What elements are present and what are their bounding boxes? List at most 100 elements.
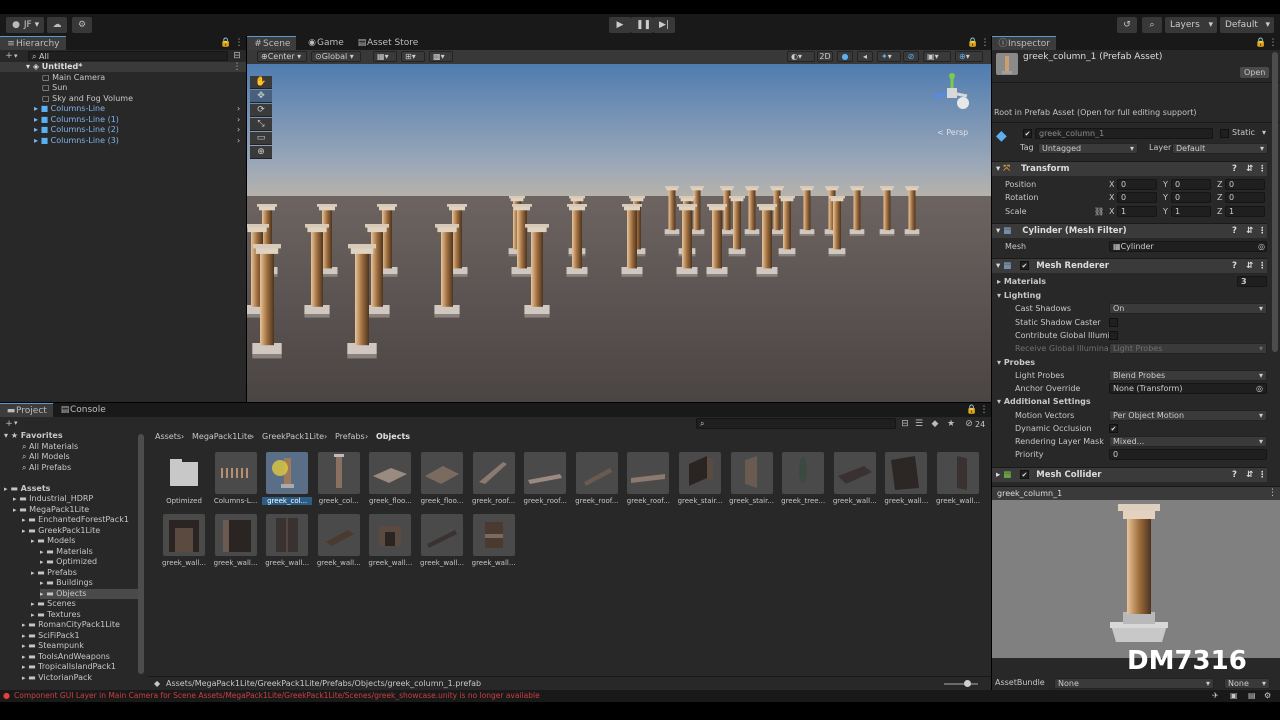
tab-inspector[interactable]: ⓘInspector [992, 36, 1056, 50]
project-folder-item[interactable]: ▸ ▬ Optimized [40, 557, 97, 567]
static-shadow-checkbox[interactable] [1109, 318, 1118, 327]
motion-vectors-dropdown[interactable]: Per Object Motion ▾ [1109, 410, 1267, 421]
orientation-gizmo[interactable] [931, 72, 973, 114]
tag-dropdown[interactable]: Untagged ▾ [1038, 143, 1138, 154]
mesh-collider-enabled-checkbox[interactable]: ✔ [1020, 470, 1029, 479]
lock-icon[interactable]: 🔒 [967, 38, 978, 48]
asset-item[interactable]: greek_wall... [935, 452, 981, 510]
transform-x-field[interactable]: 0 [1117, 179, 1157, 190]
chevron-right-icon[interactable]: › [237, 125, 240, 134]
help-icon[interactable]: ? [1232, 162, 1237, 176]
lighting-toggle[interactable]: ● [837, 51, 853, 62]
preview-header[interactable]: greek_column_1 ⋮ [992, 486, 1280, 500]
rendering-layer-dropdown[interactable]: Mixed... ▾ [1109, 436, 1267, 447]
hierarchy-item[interactable]: ▢ Sky and Fog Volume [42, 94, 133, 104]
favorite-item[interactable]: ⌕ All Models [22, 452, 70, 462]
project-folder-item[interactable]: ▸ ▬ Scenes [31, 599, 76, 609]
inspector-scrollbar[interactable] [1272, 52, 1278, 352]
history-button[interactable]: ↺ [1117, 17, 1137, 33]
hidden-packages-icon[interactable]: ⊘ [964, 419, 974, 429]
mesh-filter-header[interactable]: ▾ ▦ Cylinder (Mesh Filter) ? ⇵ ⋮ [992, 223, 1267, 238]
search-button[interactable]: ⌕ [1142, 17, 1162, 33]
menu-icon[interactable]: ⋮ [980, 38, 990, 48]
project-folder-item[interactable]: ▸ ▬ Prefabs [31, 568, 77, 578]
favorite-item[interactable]: ⌕ All Materials [22, 442, 78, 452]
filter-icon[interactable]: ⊟ [232, 51, 242, 61]
asset-item[interactable]: Columns-L... [213, 452, 259, 510]
tab-scene[interactable]: #Scene [247, 36, 297, 50]
transform-tool[interactable]: ⊕ [250, 146, 272, 159]
zoom-slider[interactable] [944, 680, 978, 687]
materials-count-field[interactable]: 3 [1237, 276, 1267, 287]
static-dropdown-icon[interactable]: ▾ [1262, 128, 1266, 137]
tree-scrollbar[interactable] [138, 434, 144, 674]
contribute-gi-checkbox[interactable] [1109, 331, 1118, 340]
hierarchy-item[interactable]: ▸ ■ Columns-Line (1) [34, 115, 119, 125]
asset-item[interactable]: greek_wall... [316, 514, 362, 572]
asset-item[interactable]: greek_roof... [625, 452, 671, 510]
project-folder-item[interactable]: ▸ ▬ ToolsAndWeapons [22, 652, 110, 662]
transform-header[interactable]: ▾ ⤧ Transform ? ⇵ ⋮ [992, 161, 1267, 176]
asset-item[interactable]: greek_roof... [522, 452, 568, 510]
asset-item[interactable]: greek_roof... [471, 452, 517, 510]
project-folder-item[interactable]: ▸ ▬ VictorianPack [22, 673, 92, 683]
favorite-icon[interactable]: ★ [946, 419, 956, 429]
preset-icon[interactable]: ⇵ [1246, 224, 1253, 238]
grid-snap-button[interactable]: ▦▾ [373, 51, 397, 62]
projection-label[interactable]: < Persp [937, 128, 968, 137]
hierarchy-item[interactable]: ▢ Sun [42, 83, 67, 93]
audio-toggle[interactable]: ◂ [857, 51, 873, 62]
camera-button[interactable]: ▣▾ [923, 51, 951, 62]
asset-item[interactable]: greek_stair... [729, 452, 775, 510]
link-icon[interactable]: ⛓ [1094, 205, 1104, 218]
breadcrumb-item[interactable]: GreekPack1Lite [262, 432, 324, 441]
layers-dropdown[interactable]: Layers ▾ [1165, 17, 1217, 33]
asset-item[interactable]: greek_floo... [419, 452, 465, 510]
active-checkbox[interactable]: ✔ [1023, 129, 1032, 138]
gizmos-button[interactable]: ⊕▾ [955, 51, 983, 62]
rotate-tool[interactable]: ⟳ [250, 104, 272, 117]
hierarchy-item[interactable]: ▸ ■ Columns-Line [34, 104, 105, 114]
preset-icon[interactable]: ⇵ [1246, 162, 1253, 176]
project-folder-item[interactable]: ▸ ▬ TropicalIslandPack1 [22, 662, 116, 672]
object-picker-icon[interactable]: ◎ [1258, 240, 1265, 253]
project-folder-item[interactable]: ▸ ▬ SciFiPack1 [22, 631, 80, 641]
mesh-collider-header[interactable]: ▸ ▦ ✔ Mesh Collider ? ⇵ ⋮ [992, 467, 1267, 482]
project-folder-item[interactable]: ▸ ▬ Assets [4, 484, 50, 494]
menu-icon[interactable]: ⋮ [1268, 38, 1278, 48]
materials-row[interactable]: ▸ Materials 3 [992, 275, 1272, 288]
account-dropdown[interactable]: ● JF ▾ [6, 17, 45, 33]
chevron-right-icon[interactable]: › [237, 115, 240, 124]
component-menu-icon[interactable]: ⋮ [1258, 162, 1267, 176]
status-message[interactable]: Component GUI Layer in Main Camera for S… [14, 691, 540, 700]
hierarchy-item[interactable]: ▸ ■ Columns-Line (3) [34, 136, 119, 146]
hierarchy-search[interactable]: ⌕ All [28, 51, 228, 61]
type-filter-icon[interactable]: ☰ [914, 419, 924, 429]
tab-game[interactable]: ◉Game [301, 36, 350, 50]
asset-item[interactable]: greek_floo... [367, 452, 413, 510]
tab-console[interactable]: ▤Console [54, 403, 112, 417]
lock-icon[interactable]: 🔒 [1255, 38, 1266, 48]
move-tool[interactable]: ✥ [250, 90, 272, 103]
lock-icon[interactable]: 🔒 [966, 405, 977, 415]
package-icon[interactable]: ▣ [1230, 691, 1238, 700]
project-search-input[interactable]: ⌕ [696, 418, 896, 429]
transform-y-field[interactable]: 1 [1171, 206, 1211, 217]
object-picker-icon[interactable]: ◎ [1256, 384, 1263, 393]
zoom-slider-handle[interactable] [964, 680, 971, 687]
transform-z-field[interactable]: 0 [1225, 192, 1265, 203]
menu-icon[interactable]: ⋮ [979, 405, 989, 415]
pivot-dropdown[interactable]: ⊕Center ▾ [257, 51, 307, 62]
mesh-renderer-header[interactable]: ▾ ▦ ✔ Mesh Renderer ? ⇵ ⋮ [992, 258, 1267, 273]
asset-item[interactable]: greek_wall... [883, 452, 929, 510]
asset-item[interactable]: greek_col... [316, 452, 362, 510]
project-folder-item[interactable]: ▸ ▬ Objects [40, 589, 138, 599]
status-bar[interactable]: ● Component GUI Layer in Main Camera for… [0, 690, 1280, 702]
project-folder-item[interactable]: ▸ ▬ Textures [31, 610, 81, 620]
layer-dropdown[interactable]: Default ▾ [1172, 143, 1268, 154]
project-folder-item[interactable]: ▸ ▬ Materials [40, 547, 93, 557]
asset-item[interactable]: greek_wall... [471, 514, 517, 572]
hierarchy-item[interactable]: ▸ ■ Columns-Line (2) [34, 125, 119, 135]
snap-increment-button[interactable]: ⊞▾ [401, 51, 425, 62]
search-filter-icon[interactable]: ⊟ [900, 419, 910, 429]
